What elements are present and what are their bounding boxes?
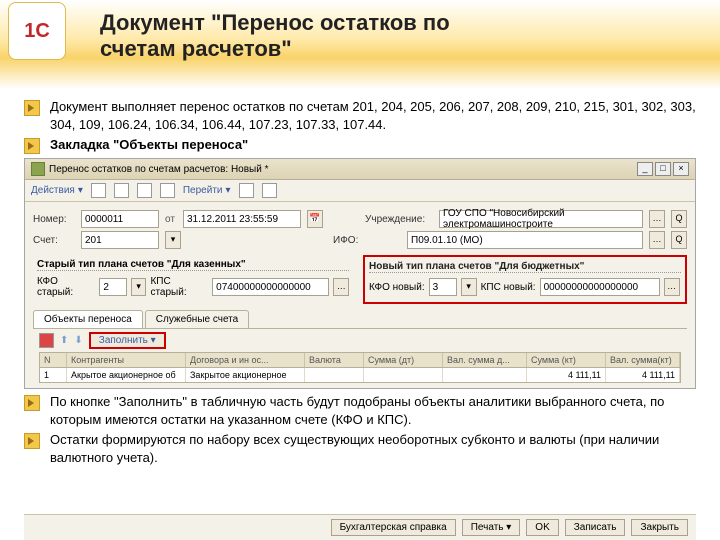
toolbar-icon[interactable] [114, 183, 129, 198]
bullet-icon [24, 100, 40, 116]
actions-menu[interactable]: Действия ▾ [31, 185, 83, 196]
kfo-old-label: КФО старый: [37, 276, 95, 298]
app-window: Перенос остатков по счетам расчетов: Нов… [24, 158, 696, 389]
select-button[interactable]: … [664, 278, 680, 296]
down-icon[interactable]: ⬇ [74, 335, 82, 346]
table-row[interactable]: 1 Акрытое акционерное об Закрытое акцион… [40, 368, 680, 382]
select-button[interactable]: … [649, 210, 665, 228]
dropdown-button[interactable]: ▾ [131, 278, 147, 296]
titlebar: Перенос остатков по счетам расчетов: Нов… [25, 159, 695, 180]
bullet-text: Остатки формируются по набору всех сущес… [50, 431, 696, 466]
dropdown-button[interactable]: ▾ [165, 231, 181, 249]
toolbar-icon[interactable] [262, 183, 277, 198]
print-button[interactable]: Печать ▾ [462, 519, 521, 536]
num-label: Номер: [33, 214, 75, 225]
fill-button[interactable]: Заполнить ▾ [89, 332, 166, 349]
new-plan-box: Новый тип плана счетов "Для бюджетных" К… [363, 255, 687, 304]
clear-button[interactable]: Q [671, 231, 687, 249]
bullet-icon [24, 433, 40, 449]
kfo-new-label: КФО новый: [369, 282, 425, 293]
up-icon[interactable]: ⬆ [60, 335, 68, 346]
close-button[interactable]: × [673, 162, 689, 176]
kps-old-input[interactable]: 07400000000000000 [212, 278, 329, 296]
kps-new-label: КПС новый: [481, 282, 536, 293]
tab-service-accounts[interactable]: Служебные счета [145, 310, 249, 328]
bullet-text: Документ выполняет перенос остатков по с… [50, 98, 696, 133]
bullet-icon [24, 395, 40, 411]
bullet-text: По кнопке "Заполнить" в табличную часть … [50, 393, 696, 428]
num-input[interactable]: 0000011 [81, 210, 159, 228]
toolbar-icon[interactable] [137, 183, 152, 198]
toolbar: Действия ▾ Перейти ▾ [25, 180, 695, 202]
logo: 1С [8, 2, 66, 60]
toolbar-icon[interactable] [91, 183, 106, 198]
delete-icon[interactable] [39, 333, 54, 348]
account-label: Счет: [33, 235, 75, 246]
data-grid: N Контрагенты Договора и ин ос... Валюта… [39, 352, 681, 383]
date-picker-button[interactable]: 📅 [307, 210, 323, 228]
slide-title: Документ "Перенос остатков посчетам расч… [100, 10, 450, 63]
save-button[interactable]: Записать [565, 519, 626, 536]
select-button[interactable]: … [333, 278, 349, 296]
bullet-icon [24, 138, 40, 154]
tab-objects[interactable]: Объекты переноса [33, 310, 143, 328]
report-button[interactable]: Бухгалтерская справка [331, 519, 456, 536]
old-plan-box: Старый тип плана счетов "Для казенных" К… [33, 255, 353, 304]
close-button[interactable]: Закрыть [631, 519, 688, 536]
new-plan-title: Новый тип плана счетов "Для бюджетных" [369, 261, 681, 273]
old-plan-title: Старый тип плана счетов "Для казенных" [37, 259, 349, 271]
account-input[interactable]: 201 [81, 231, 159, 249]
dropdown-button[interactable]: ▾ [461, 278, 477, 296]
kfo-new-input[interactable]: 3 [429, 278, 457, 296]
ifo-input[interactable]: П09.01.10 (МО) [407, 231, 643, 249]
window-icon [31, 162, 45, 176]
bullet-text: Закладка "Объекты переноса" [50, 136, 248, 154]
org-label: Учреждение: [365, 214, 433, 225]
ok-button[interactable]: OK [526, 519, 558, 536]
date-input[interactable]: 31.12.2011 23:55:59 [183, 210, 301, 228]
org-input[interactable]: ГОУ СПО "Новосибирский электромашиностро… [439, 210, 643, 228]
kps-new-input[interactable]: 00000000000000000 [540, 278, 660, 296]
maximize-button[interactable]: □ [655, 162, 671, 176]
kps-old-label: КПС старый: [150, 276, 208, 298]
select-button[interactable]: … [649, 231, 665, 249]
ifo-label: ИФО: [333, 235, 401, 246]
goto-menu[interactable]: Перейти ▾ [183, 185, 231, 196]
kfo-old-input[interactable]: 2 [99, 278, 127, 296]
toolbar-icon[interactable] [160, 183, 175, 198]
minimize-button[interactable]: _ [637, 162, 653, 176]
clear-button[interactable]: Q [671, 210, 687, 228]
window-title: Перенос остатков по счетам расчетов: Нов… [49, 164, 268, 175]
toolbar-icon[interactable] [239, 183, 254, 198]
